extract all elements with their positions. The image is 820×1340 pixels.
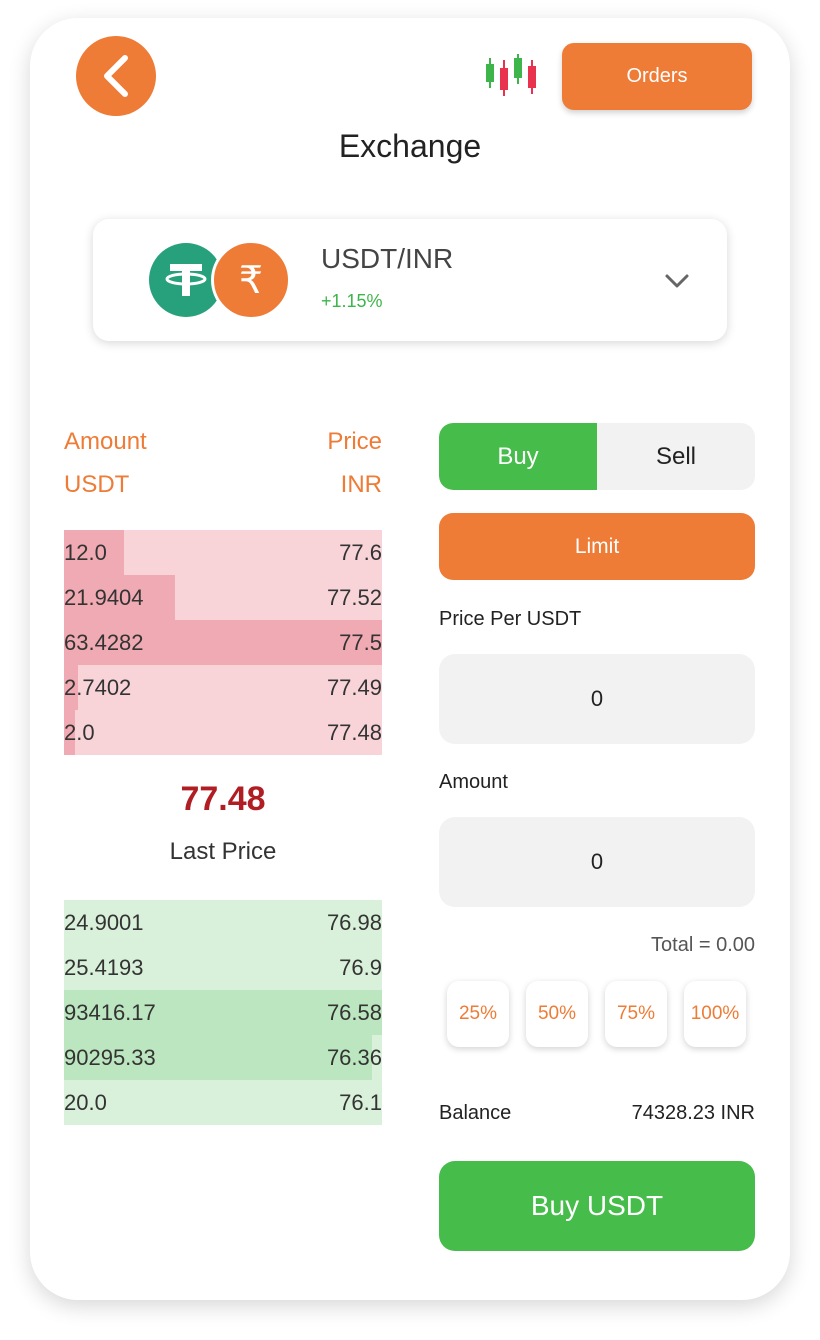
pair-change: +1.15% (321, 291, 383, 311)
order-price: 77.5 (339, 630, 382, 655)
order-amount: 25.4193 (64, 955, 144, 980)
buy-order-row[interactable]: 90295.33 76.36 (64, 1035, 382, 1080)
buy-sell-toggle: Buy Sell (439, 423, 755, 490)
order-price: 77.6 (339, 540, 382, 565)
order-amount: 2.0 (64, 720, 95, 745)
percent-100-button[interactable]: 100% (684, 981, 746, 1047)
order-amount: 20.0 (64, 1090, 107, 1115)
amount-input[interactable] (439, 817, 755, 907)
order-price: 77.52 (326, 585, 382, 610)
order-amount: 24.9001 (64, 910, 144, 935)
balance-value: 74328.23 INR (631, 1102, 755, 1124)
candlestick-chart-icon[interactable] (484, 54, 540, 98)
order-amount: 2.7402 (64, 675, 132, 700)
order-price: 76.58 (326, 1000, 382, 1025)
buy-tab[interactable]: Buy (439, 423, 597, 490)
percent-75-button[interactable]: 75% (605, 981, 667, 1047)
price-per-usdt-input[interactable] (439, 654, 755, 744)
order-amount: 90295.33 (64, 1045, 156, 1070)
order-amount: 12.0 (64, 540, 107, 565)
sell-order-row[interactable]: 2.0 77.48 (64, 710, 382, 755)
pair-name: USDT/INR (321, 243, 454, 274)
order-price: 77.49 (326, 675, 382, 700)
sell-order-row[interactable]: 21.9404 77.52 (64, 575, 382, 620)
total-value: Total = 0.00 (651, 934, 755, 956)
exchange-screen: Orders Exchange ₹ USDT/INR +1.15% Amount… (30, 18, 790, 1300)
order-price: 77.48 (326, 720, 382, 745)
order-price: 76.1 (339, 1090, 382, 1115)
sell-order-row[interactable]: 2.7402 77.49 (64, 665, 382, 710)
orderbook-price-header: Price (327, 428, 382, 455)
orderbook-price-unit: INR (340, 471, 382, 498)
buy-order-row[interactable]: 93416.17 76.58 (64, 990, 382, 1035)
amount-label: Amount (439, 771, 508, 793)
sell-orders-list: 12.0 77.6 21.9404 77.52 63.4282 77.5 2.7402… (64, 530, 382, 755)
rupee-symbol: ₹ (238, 258, 264, 302)
buy-order-row[interactable]: 24.9001 76.98 (64, 900, 382, 945)
order-amount: 63.4282 (64, 630, 144, 655)
percent-25-button[interactable]: 25% (447, 981, 509, 1047)
percent-50-button[interactable]: 50% (526, 981, 588, 1047)
back-button[interactable] (76, 36, 156, 116)
order-price: 76.36 (326, 1045, 382, 1070)
buy-order-row[interactable]: 25.4193 76.9 (64, 945, 382, 990)
chevron-down-icon (665, 274, 689, 288)
rupee-coin-icon: ₹ (211, 240, 291, 320)
orders-button[interactable]: Orders (562, 43, 752, 110)
page-title: Exchange (338, 128, 482, 164)
order-price: 76.9 (339, 955, 382, 980)
last-price-value: 77.48 (180, 780, 266, 818)
order-amount: 21.9404 (64, 585, 144, 610)
buy-orders-list: 24.9001 76.98 25.4193 76.9 93416.17 76.58 9… (64, 900, 382, 1125)
buy-usdt-button[interactable]: Buy USDT (439, 1161, 755, 1251)
pair-selector[interactable]: ₹ USDT/INR +1.15% (93, 219, 727, 341)
price-per-usdt-label: Price Per USDT (439, 608, 582, 630)
sell-order-row[interactable]: 63.4282 77.5 (64, 620, 382, 665)
sell-order-row[interactable]: 12.0 77.6 (64, 530, 382, 575)
buy-order-row[interactable]: 20.0 76.1 (64, 1080, 382, 1125)
sell-tab[interactable]: Sell (597, 423, 755, 490)
order-amount: 93416.17 (64, 1000, 156, 1025)
chevron-left-icon (104, 55, 128, 97)
last-price-label: Last Price (169, 838, 277, 865)
order-price: 76.98 (326, 910, 382, 935)
limit-order-button[interactable]: Limit (439, 513, 755, 580)
